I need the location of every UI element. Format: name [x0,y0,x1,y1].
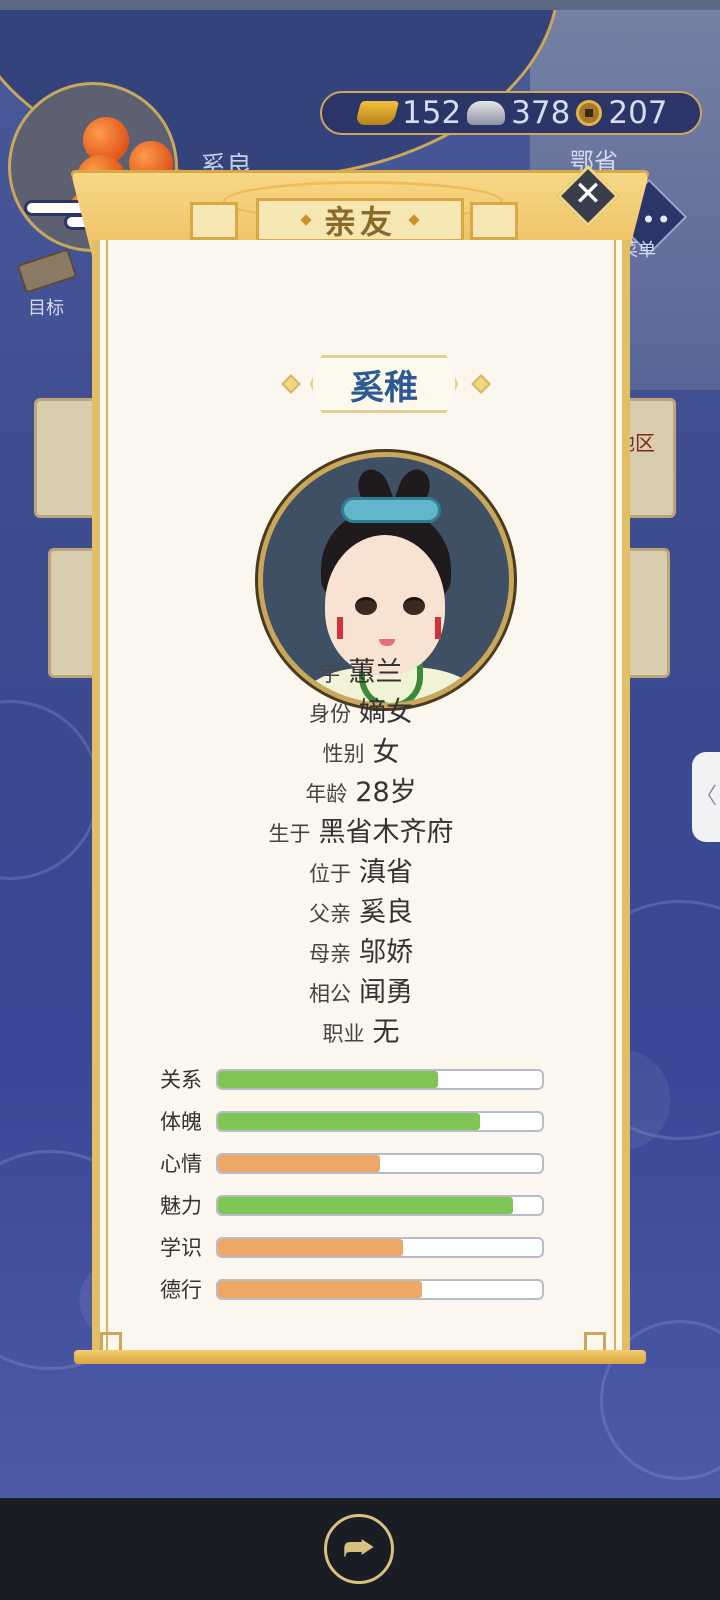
share-icon: ⮫ [343,1529,375,1569]
share-button[interactable]: ⮫ [324,1514,394,1584]
currency-bar: 152 378 207 [320,91,702,135]
stat-row-knowledge: 学识 [160,1226,560,1268]
stat-row-virtue: 德行 [160,1268,560,1310]
info-key: 年龄 [305,782,348,806]
silver-count: 378 [511,95,571,131]
gem-icon [471,374,491,394]
stat-bar-fill [218,1154,380,1172]
info-value: 28岁 [355,777,417,808]
stat-row-relationship: 关系 [160,1058,560,1100]
info-value: 滇省 [359,857,413,888]
chevron-left-icon: 〈 [694,784,717,809]
status-strip [0,0,720,10]
info-key: 职业 [322,1022,365,1046]
stat-label: 魅力 [160,1194,202,1218]
info-key: 字 [319,662,341,686]
friend-detail-dialog: 亲友 奚稚 字 蕙兰 身份 嫡女 性别 女 年龄 28岁 生于 黑省木齐府 位于… [70,150,650,1390]
stat-bar-fill [218,1112,481,1130]
gem-icon [281,374,301,394]
stat-row-mood: 心情 [160,1142,560,1184]
stat-label: 心情 [160,1152,202,1176]
stat-bar [216,1152,544,1174]
character-info-list: 字 蕙兰 身份 嫡女 性别 女 年龄 28岁 生于 黑省木齐府 位于 滇省 父亲… [92,650,630,1050]
stat-label: 体魄 [160,1110,202,1134]
stat-bar [216,1068,544,1090]
info-key: 父亲 [309,902,351,926]
info-key: 身份 [309,702,351,726]
header-ornament-right [470,202,518,240]
title-dot-icon [300,214,312,226]
gold-count: 152 [402,95,462,131]
info-key: 性别 [322,742,365,766]
stat-label: 学识 [160,1236,202,1260]
stat-row-physique: 体魄 [160,1100,560,1142]
name-plate: 奚稚 [310,355,458,413]
info-value: 无 [372,1017,400,1048]
info-row-mother: 母亲 邬娇 [92,930,630,970]
eye [403,597,425,615]
info-key: 生于 [268,822,311,846]
info-value: 嫡女 [359,697,413,728]
close-icon: ✕ [573,174,603,214]
stat-row-charm: 魅力 [160,1184,560,1226]
gold-ingot-icon [354,101,400,125]
stat-bar [216,1194,544,1216]
info-value: 女 [372,737,400,768]
info-row-husband: 相公 闻勇 [92,970,630,1010]
target-label: 目标 [28,298,64,319]
info-row-location: 位于 滇省 [92,850,630,890]
header-ornament-left [190,202,238,240]
info-key: 相公 [309,982,351,1006]
scroll-icon [16,248,78,294]
copper-count: 207 [608,95,668,131]
stat-bar-fill [218,1070,439,1088]
stat-bar [216,1236,544,1258]
silver-ingot-icon [467,101,506,125]
info-value: 邬娇 [359,937,413,968]
earring [435,617,441,639]
character-stats: 关系 体魄 心情 魅力 学识 德行 [160,1058,560,1310]
info-value: 蕙兰 [348,657,403,688]
stat-label: 德行 [160,1278,202,1302]
info-row-age: 年龄 28岁 [92,770,630,810]
title-dot-icon [408,214,420,226]
info-row-birthplace: 生于 黑省木齐府 [92,810,630,850]
stat-bar-fill [218,1196,513,1214]
title-plate: 亲友 [256,198,464,242]
info-key: 母亲 [309,942,351,966]
eye [355,597,377,615]
stat-bar [216,1278,544,1300]
side-drawer-tab[interactable]: 〈 [692,752,720,842]
hair-ornament [341,497,441,523]
stat-label: 关系 [160,1068,202,1092]
info-row-father: 父亲 奚良 [92,890,630,930]
earring [337,617,343,639]
bottom-navigation-bar: ⮫ [0,1498,720,1600]
info-key: 位于 [309,862,351,886]
stat-bar [216,1110,544,1132]
dialog-title: 亲友 [323,203,396,241]
info-value: 奚良 [359,897,413,928]
stat-bar-fill [218,1280,423,1298]
info-value: 闻勇 [359,977,413,1008]
info-row-courtesy-name: 字 蕙兰 [92,650,630,690]
stat-bar-fill [218,1238,403,1256]
info-row-status: 身份 嫡女 [92,690,630,730]
scroll-bottom-rod [74,1350,646,1364]
copper-coin-icon [576,100,603,126]
info-value: 黑省木齐府 [318,817,454,848]
info-row-gender: 性别 女 [92,730,630,770]
info-row-occupation: 职业 无 [92,1010,630,1050]
character-name: 奚稚 [350,367,418,408]
